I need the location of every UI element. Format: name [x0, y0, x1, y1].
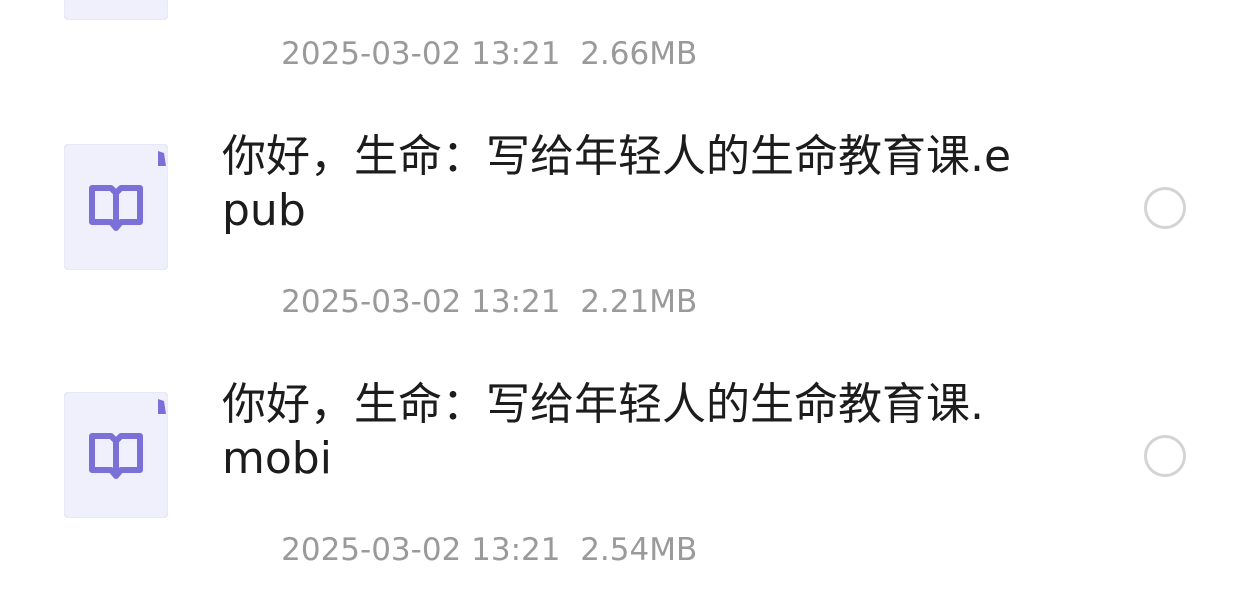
file-name: 你好，生命：写给年轻人的生命教育课.epub: [222, 131, 1012, 236]
select-radio[interactable]: [1144, 187, 1186, 229]
file-date: 2025-03-02 13:21: [281, 284, 561, 320]
file-meta: 2025-03-02 13:21 2.66MB: [222, 0, 697, 108]
file-row[interactable]: 你好，生命：写给年轻人的生命教育课.epub 2025-03-02 13:21 …: [0, 130, 1260, 320]
file-list: 2025-03-02 13:21 2.66MB 你好，生命：写给年轻人的生命教育…: [0, 0, 1260, 596]
file-size: 2.66MB: [580, 36, 698, 72]
file-date: 2025-03-02 13:21: [281, 36, 561, 72]
file-meta: 2025-03-02 13:21 2.21MB: [222, 248, 697, 356]
book-icon: [64, 0, 168, 20]
file-row[interactable]: 你好，生命：写给年轻人的生命教育课.mobi 2025-03-02 13:21 …: [0, 378, 1260, 568]
file-name: 你好，生命：写给年轻人的生命教育课.mobi: [222, 379, 984, 484]
select-radio[interactable]: [1144, 435, 1186, 477]
file-meta: 2025-03-02 13:21 2.54MB: [222, 496, 697, 604]
file-date: 2025-03-02 13:21: [281, 532, 561, 568]
file-row[interactable]: 2025-03-02 13:21 2.66MB: [0, 0, 1260, 72]
file-size: 2.54MB: [580, 532, 698, 568]
book-icon: [64, 144, 168, 270]
book-icon: [64, 392, 168, 518]
file-size: 2.21MB: [580, 284, 698, 320]
